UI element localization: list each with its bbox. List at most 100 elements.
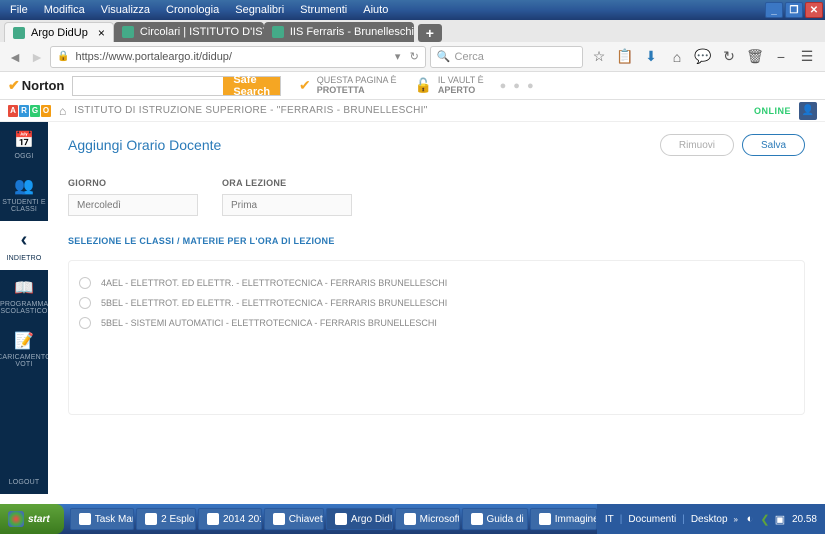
url-input[interactable]: 🔒 https://www.portaleargo.it/didup/ ▾ ↻ bbox=[50, 46, 426, 68]
browser-search-input[interactable]: 🔍 Cerca bbox=[430, 46, 583, 68]
school-name: ISTITUTO DI ISTRUZIONE SUPERIORE - "FERR… bbox=[74, 105, 427, 116]
menu-bookmarks[interactable]: Segnalibri bbox=[227, 2, 292, 18]
browser-tab[interactable]: Argo DidUp × bbox=[4, 22, 114, 42]
home-icon[interactable]: ⌂ bbox=[59, 104, 66, 118]
safe-search-button[interactable]: Safe Search bbox=[223, 77, 280, 95]
clock[interactable]: 20.58 bbox=[792, 514, 817, 525]
sidebar-item-logout[interactable]: LOGOUT bbox=[0, 471, 48, 494]
forward-button[interactable]: ► bbox=[28, 48, 46, 66]
app-icon bbox=[79, 513, 91, 525]
tab-close-icon[interactable]: × bbox=[98, 26, 105, 40]
browser-tab[interactable]: Circolari | ISTITUTO D'ISTRUZ... × bbox=[114, 22, 264, 42]
norton-toolbar: ✔ Norton Safe Search ✔ QUESTA PAGINA ÈPR… bbox=[0, 72, 825, 100]
tray-icon[interactable]: ❮ bbox=[759, 513, 771, 525]
radio-icon[interactable] bbox=[79, 317, 91, 329]
taskbar-item[interactable]: Guida di P... bbox=[462, 508, 528, 530]
app-icon bbox=[145, 513, 157, 525]
menu-edit[interactable]: Modifica bbox=[36, 2, 93, 18]
language-indicator[interactable]: IT bbox=[605, 514, 614, 525]
home-icon[interactable]: ⌂ bbox=[669, 49, 685, 65]
taskbar-item[interactable]: 2014 201... bbox=[198, 508, 262, 530]
system-tray: IT | Documenti | Desktop » ◐ ❮ ▣ 20.58 bbox=[597, 504, 825, 534]
norton-vault-status: 🔓 IL VAULT ÈAPERTO bbox=[414, 76, 483, 96]
desktop-link[interactable]: Desktop bbox=[691, 514, 728, 525]
class-option[interactable]: 5BEL - ELETTROT. ED ELETTR. - ELETTROTEC… bbox=[79, 293, 794, 313]
tray-icons: ◐ ❮ ▣ bbox=[744, 513, 786, 525]
browser-tab[interactable]: IIS Ferraris - Brunelleschi × bbox=[264, 22, 414, 42]
app-icon bbox=[273, 513, 285, 525]
taskbar-item[interactable]: 2 Esplor... bbox=[136, 508, 196, 530]
menu-tools[interactable]: Strumenti bbox=[292, 2, 355, 18]
people-icon: 👥 bbox=[14, 176, 34, 196]
taskbar-item[interactable]: Task Man... bbox=[70, 508, 134, 530]
documents-link[interactable]: Documenti bbox=[628, 514, 676, 525]
hour-input[interactable] bbox=[222, 194, 352, 216]
clipboard-icon[interactable]: 📋 bbox=[617, 49, 633, 65]
menu-file[interactable]: File bbox=[2, 2, 36, 18]
app-icon bbox=[539, 513, 551, 525]
sidebar-item-grades[interactable]: 📝 CARICAMENTO VOTI bbox=[0, 323, 48, 376]
tab-label: Argo DidUp bbox=[31, 27, 88, 39]
search-icon: 🔍 bbox=[437, 50, 451, 63]
sidebar-item-back[interactable]: ‹ INDIETRO bbox=[0, 221, 48, 270]
refresh-icon[interactable]: ↻ bbox=[721, 49, 737, 65]
new-tab-button[interactable]: + bbox=[418, 24, 442, 42]
tab-favicon-icon bbox=[122, 26, 134, 38]
window-minimize-button[interactable]: _ bbox=[765, 2, 783, 18]
field-day: GIORNO bbox=[68, 178, 198, 216]
app-icon bbox=[471, 513, 483, 525]
class-label: 5BEL - SISTEMI AUTOMATICI - ELETTROTECNI… bbox=[101, 318, 437, 328]
download-icon[interactable]: ⬇ bbox=[643, 49, 659, 65]
tray-icon[interactable]: ◐ bbox=[744, 513, 756, 525]
day-input[interactable] bbox=[68, 194, 198, 216]
norton-search[interactable]: Safe Search bbox=[72, 76, 281, 96]
taskbar-item[interactable]: Chiavett... bbox=[264, 508, 324, 530]
norton-check-icon: ✔ bbox=[8, 77, 20, 94]
menu-help[interactable]: Aiuto bbox=[355, 2, 396, 18]
sidebar-item-label: PROGRAMMA SCOLASTICO bbox=[0, 301, 48, 315]
field-label: ORA LEZIONE bbox=[222, 178, 352, 188]
window-maximize-button[interactable]: ❐ bbox=[785, 2, 803, 18]
app-icon bbox=[404, 513, 416, 525]
back-button[interactable]: ◄ bbox=[6, 48, 24, 66]
radio-icon[interactable] bbox=[79, 277, 91, 289]
taskbar-item[interactable]: Argo DidU... bbox=[326, 508, 393, 530]
sidebar-item-students[interactable]: 👥 STUDENTI E CLASSI bbox=[0, 168, 48, 221]
app-icon bbox=[335, 513, 347, 525]
minus-icon[interactable]: − bbox=[773, 49, 789, 65]
chat-icon[interactable]: 💬 bbox=[695, 49, 711, 65]
remove-button[interactable]: Rimuovi bbox=[660, 134, 734, 156]
menu-icon[interactable]: ☰ bbox=[799, 49, 815, 65]
sidebar-item-today[interactable]: 📅 OGGI bbox=[0, 122, 48, 168]
menu-view[interactable]: Visualizza bbox=[93, 2, 158, 18]
chevron-left-icon: ‹ bbox=[21, 229, 28, 252]
star-icon[interactable]: ☆ bbox=[591, 49, 607, 65]
class-option[interactable]: 4AEL - ELETTROT. ED ELETTR. - ELETTROTEC… bbox=[79, 273, 794, 293]
dropdown-icon[interactable]: ▾ ↻ bbox=[395, 50, 419, 63]
taskbar: start Task Man... 2 Esplor... 2014 201..… bbox=[0, 504, 825, 534]
taskbar-item[interactable]: Immagine ... bbox=[530, 508, 597, 530]
tray-icon[interactable]: ▣ bbox=[774, 513, 786, 525]
window-close-button[interactable]: ✕ bbox=[805, 2, 823, 18]
save-button[interactable]: Salva bbox=[742, 134, 805, 156]
menu-history[interactable]: Cronologia bbox=[158, 2, 227, 18]
browser-toolbar: ◄ ► 🔒 https://www.portaleargo.it/didup/ … bbox=[0, 42, 825, 72]
sidebar-item-label: LOGOUT bbox=[9, 479, 40, 486]
section-label: SELEZIONE LE CLASSI / MATERIE PER L'ORA … bbox=[68, 236, 805, 246]
radio-icon[interactable] bbox=[79, 297, 91, 309]
main-layout: 📅 OGGI 👥 STUDENTI E CLASSI ‹ INDIETRO 📖 … bbox=[0, 122, 825, 494]
norton-page-status: ✔ QUESTA PAGINA ÈPROTETTA bbox=[299, 76, 396, 96]
online-status: ONLINE bbox=[754, 106, 791, 116]
tab-label: Circolari | ISTITUTO D'ISTRUZ... bbox=[140, 26, 264, 38]
norton-more-icon[interactable]: ● ● ● bbox=[500, 80, 536, 92]
start-label: start bbox=[28, 514, 50, 525]
norton-search-input[interactable] bbox=[73, 77, 223, 95]
trash-icon[interactable]: 🗑 bbox=[747, 49, 763, 65]
class-option[interactable]: 5BEL - SISTEMI AUTOMATICI - ELETTROTECNI… bbox=[79, 313, 794, 333]
class-label: 4AEL - ELETTROT. ED ELETTR. - ELETTROTEC… bbox=[101, 278, 447, 288]
user-avatar-icon[interactable]: 👤 bbox=[799, 102, 817, 120]
start-button[interactable]: start bbox=[0, 504, 64, 534]
sidebar-item-program[interactable]: 📖 PROGRAMMA SCOLASTICO bbox=[0, 270, 48, 323]
argo-logo: ARGO bbox=[8, 105, 51, 117]
taskbar-item[interactable]: Microsoft ... bbox=[395, 508, 460, 530]
